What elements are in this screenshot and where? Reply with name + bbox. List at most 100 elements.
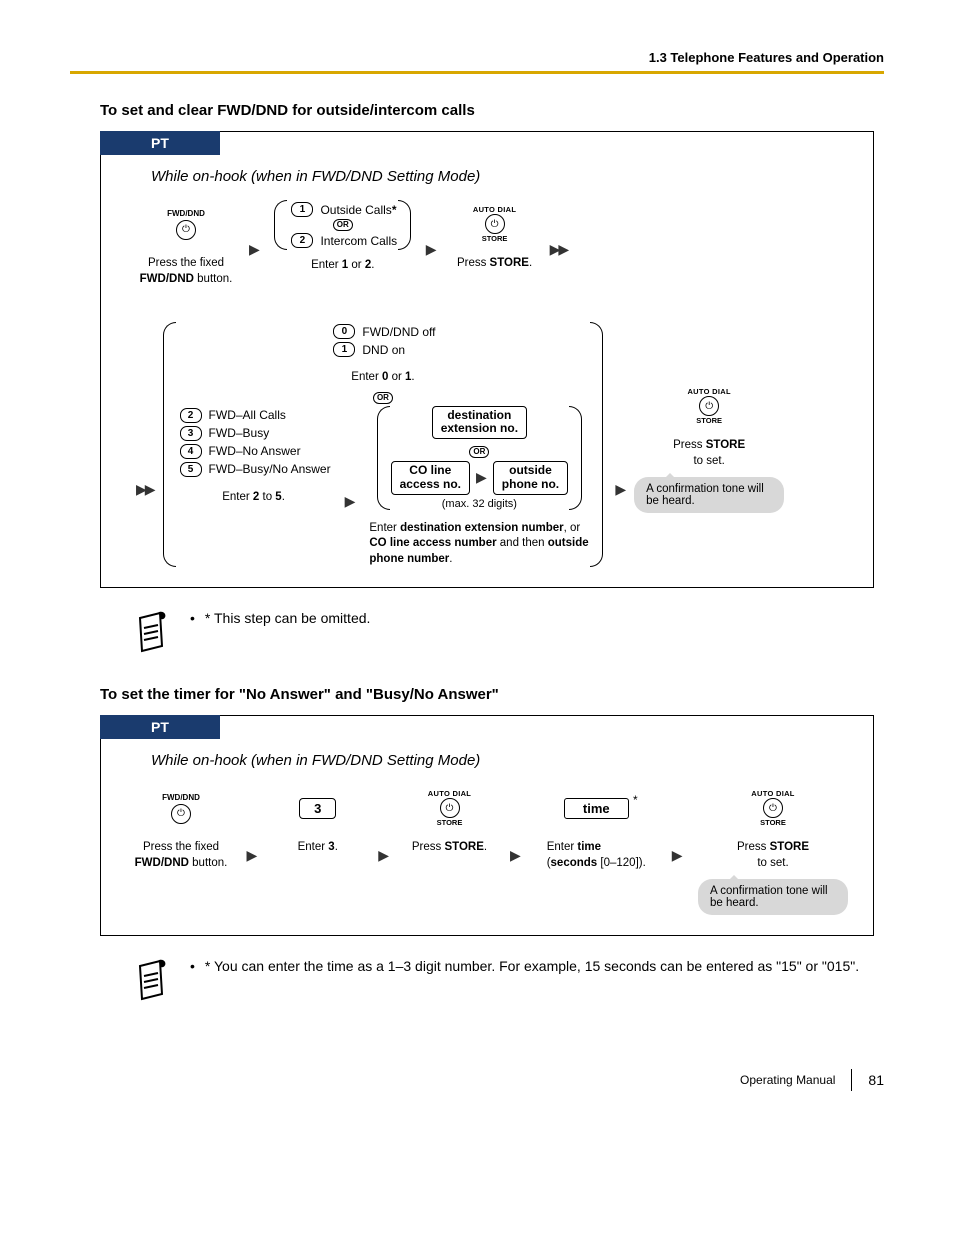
double-arrow-icon: ▶▶ — [545, 229, 573, 258]
flow-row-2: ▶▶ 0FWD/DND off 1DND on Enter 0 or 1. OR — [101, 317, 873, 572]
key-5: 5 — [180, 462, 202, 477]
cap: Enter — [547, 841, 578, 853]
step-call-type: 1Outside Calls* OR 2Intercom Calls Enter… — [268, 200, 418, 274]
cap: STORE — [444, 841, 483, 853]
section1-title: To set and clear FWD/DND for outside/int… — [100, 102, 884, 119]
arrow-icon: ▶ — [476, 469, 487, 486]
key-0: 0 — [333, 324, 355, 339]
arrow-icon: ▶ — [607, 391, 634, 498]
cap: [0–120]). — [597, 857, 646, 869]
page-footer: Operating Manual 81 — [70, 1069, 884, 1091]
cap: CO line access number — [369, 537, 496, 549]
step-store-b: AUTO DIAL ⏻ STORE Press STORE to set. A … — [698, 784, 848, 915]
cap: . — [371, 259, 374, 271]
cap: time — [577, 841, 601, 853]
key-3: 3 — [299, 798, 336, 819]
cap: or — [348, 259, 365, 271]
store-button-icon: ⏻ — [763, 798, 783, 818]
cap: seconds — [551, 857, 598, 869]
note-icon — [130, 956, 170, 1009]
step-fwd-dnd: FWD/DND ⏻ Press the fixed FWD/DND button… — [131, 200, 241, 287]
cap: to — [259, 491, 275, 503]
section2-title: To set the timer for "No Answer" and "Bu… — [100, 686, 884, 703]
cap: , or — [564, 522, 581, 534]
store-button-icon: ⏻ — [440, 798, 460, 818]
cap: Enter — [222, 491, 253, 503]
cap: to set. — [693, 455, 724, 467]
header-rule — [70, 71, 884, 74]
double-arrow-icon: ▶▶ — [131, 391, 159, 498]
co-line-box: CO lineaccess no. — [391, 461, 470, 495]
store-button-icon: ⏻ — [699, 396, 719, 416]
arrow-icon: ▶ — [337, 463, 364, 510]
intercom-calls-label: Intercom Calls — [320, 234, 397, 248]
step-enter-3: 3 Enter 3. — [273, 784, 363, 856]
step-fwd-dnd: FWD/DND ⏻ Press the fixed FWD/DND button… — [131, 784, 231, 871]
cap: or — [388, 371, 405, 383]
outside-calls-label: Outside Calls — [320, 203, 391, 217]
auto-dial-label: AUTO DIAL — [473, 205, 516, 214]
note-1: • * This step can be omitted. — [130, 608, 884, 661]
cap: Press — [412, 841, 445, 853]
footer-divider — [851, 1069, 852, 1091]
fwd-dnd-off-label: FWD/DND off — [362, 325, 435, 339]
cap: Press — [737, 841, 770, 853]
cap: and then — [497, 537, 548, 549]
auto-dial-label: AUTO DIAL — [751, 789, 794, 798]
or-pill: OR — [469, 446, 489, 458]
cap: . — [484, 841, 487, 853]
cap: Press — [673, 439, 706, 451]
cap: Press the fixed — [148, 257, 224, 269]
outside-phone-box: outsidephone no. — [493, 461, 568, 495]
diagram-1: PT While on-hook (when in FWD/DND Settin… — [100, 131, 874, 588]
pt-tab: PT — [100, 715, 220, 739]
or-pill: OR — [373, 392, 393, 404]
cap: to set. — [757, 857, 788, 869]
step-store-a: AUTO DIAL ⏻ STORE Press STORE. — [405, 784, 495, 856]
or-pill: OR — [333, 219, 353, 231]
cap: . — [411, 371, 414, 383]
mode-select-group: 0FWD/DND off 1DND on Enter 0 or 1. OR 2F… — [163, 322, 604, 567]
key-2: 2 — [180, 408, 202, 423]
auto-dial-label: AUTO DIAL — [687, 387, 730, 396]
cap: . — [282, 491, 285, 503]
fwd-all-label: FWD–All Calls — [209, 408, 286, 422]
bullet-icon: • — [190, 958, 195, 974]
fwd-dnd-label: FWD/DND — [162, 793, 200, 802]
time-box: time * — [564, 798, 629, 819]
arrow-icon: ▶ — [502, 835, 529, 864]
step-store-1: AUTO DIAL ⏻ STORE Press STORE. — [445, 200, 545, 272]
cap: Enter — [311, 259, 342, 271]
mode-note: While on-hook (when in FWD/DND Setting M… — [151, 168, 873, 185]
fwd-busy-label: FWD–Busy — [209, 426, 270, 440]
fwd-dnd-button-icon: ⏻ — [171, 804, 191, 824]
arrow-icon: ▶ — [418, 229, 445, 258]
cap: STORE — [490, 257, 529, 269]
store-button-icon: ⏻ — [485, 214, 505, 234]
auto-dial-label: AUTO DIAL — [428, 789, 471, 798]
step-time: time * Enter time (seconds [0–120]). — [536, 784, 656, 871]
key-2: 2 — [291, 233, 313, 248]
key-1: 1 — [291, 202, 313, 217]
fwd-dnd-button-icon: ⏻ — [176, 220, 196, 240]
note-text: * You can enter the time as a 1–3 digit … — [205, 958, 859, 974]
page-number: 81 — [868, 1072, 884, 1088]
dnd-on-label: DND on — [362, 343, 405, 357]
cap: destination extension number — [400, 522, 564, 534]
arrow-icon: ▶ — [370, 835, 397, 864]
cap: Press — [457, 257, 490, 269]
cap: . — [335, 841, 338, 853]
note-2: • * You can enter the time as a 1–3 digi… — [130, 956, 884, 1009]
manual-name: Operating Manual — [740, 1073, 835, 1087]
arrow-icon: ▶ — [238, 835, 265, 864]
cap: button. — [194, 273, 232, 285]
store-label: STORE — [437, 818, 463, 827]
section-header: 1.3 Telephone Features and Operation — [70, 50, 884, 65]
cap: STORE — [706, 439, 745, 451]
cap: FWD/DND — [135, 857, 189, 869]
cap: STORE — [770, 841, 809, 853]
flow-row-3: FWD/DND ⏻ Press the fixed FWD/DND button… — [101, 779, 873, 920]
cap: button. — [189, 857, 227, 869]
arrow-icon: ▶ — [664, 835, 691, 864]
note-text: * This step can be omitted. — [205, 610, 371, 626]
